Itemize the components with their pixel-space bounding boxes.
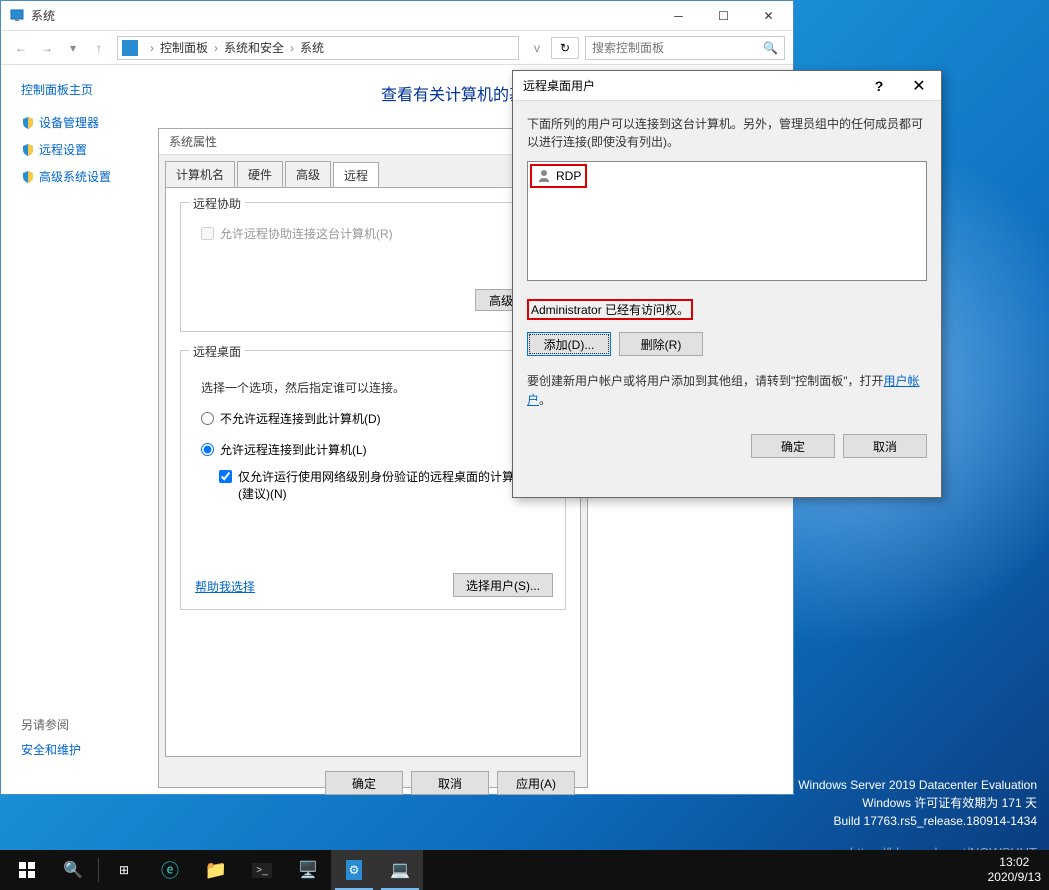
- back-button[interactable]: ←: [9, 36, 33, 60]
- shield-icon: [21, 143, 35, 157]
- tab-computer-name[interactable]: 计算机名: [165, 161, 235, 187]
- taskbar-server-manager[interactable]: 🖥️: [285, 850, 331, 890]
- apply-button[interactable]: 应用(A): [497, 771, 575, 795]
- nla-checkbox[interactable]: [219, 470, 232, 483]
- dialog-title: 远程桌面用户: [523, 77, 859, 94]
- close-button[interactable]: ✕: [746, 2, 791, 30]
- recent-button[interactable]: ▾: [61, 36, 85, 60]
- ok-button[interactable]: 确定: [325, 771, 403, 795]
- address-bar[interactable]: › 控制面板 › 系统和安全 › 系统: [117, 36, 519, 60]
- radio-disallow[interactable]: [201, 412, 214, 425]
- radio-label: 允许远程连接到此计算机(L): [220, 441, 367, 458]
- select-users-button[interactable]: 选择用户(S)...: [453, 573, 553, 597]
- help-link[interactable]: 帮助我选择: [195, 578, 255, 595]
- taskbar-cmd[interactable]: >_: [239, 850, 285, 890]
- group-title: 远程桌面: [189, 343, 245, 360]
- see-also-heading: 另请参阅: [21, 716, 81, 733]
- window-title: 系统: [31, 7, 656, 24]
- sidebar-item-security[interactable]: 安全和维护: [21, 741, 81, 758]
- taskbar-ie[interactable]: ⓔ: [147, 850, 193, 890]
- breadcrumb-item[interactable]: 系统: [300, 39, 324, 56]
- taskbar: 🔍 ⊞ ⓔ 📁 >_ 🖥️ ⚙ 💻 13:02 2020/9/13: [0, 850, 1049, 890]
- radio-disallow-row[interactable]: 不允许远程连接到此计算机(D): [201, 410, 553, 427]
- sidebar-link: 设备管理器: [39, 114, 99, 131]
- radio-allow[interactable]: [201, 443, 214, 456]
- maximize-button[interactable]: ☐: [701, 2, 746, 30]
- taskbar-explorer[interactable]: 📁: [193, 850, 239, 890]
- sidebar-link: 高级系统设置: [39, 168, 111, 185]
- admin-note: Administrator 已经有访问权。: [527, 299, 693, 320]
- radio-allow-row[interactable]: 允许远程连接到此计算机(L): [201, 441, 553, 458]
- checkbox-label: 仅允许运行使用网络级别身份验证的远程桌面的计算机连接(建议)(N): [238, 468, 553, 502]
- minimize-button[interactable]: ─: [656, 2, 701, 30]
- remote-assistance-group: 远程协助 允许远程协助连接这台计算机(R) 高级(V)...: [180, 202, 566, 332]
- toolbar: ← → ▾ ↑ › 控制面板 › 系统和安全 › 系统 v ↻ 🔍: [1, 31, 793, 65]
- search-button[interactable]: 🔍: [50, 850, 96, 890]
- allow-remote-assist-checkbox: [201, 227, 214, 240]
- sidebar-item-device-manager[interactable]: 设备管理器: [21, 114, 161, 131]
- search-icon[interactable]: 🔍: [763, 41, 778, 55]
- sidebar-title[interactable]: 控制面板主页: [21, 81, 161, 98]
- cancel-button[interactable]: 取消: [411, 771, 489, 795]
- nla-checkbox-row[interactable]: 仅允许运行使用网络级别身份验证的远程桌面的计算机连接(建议)(N): [219, 468, 553, 502]
- remove-button[interactable]: 删除(R): [619, 332, 703, 356]
- close-button[interactable]: ✕: [899, 76, 939, 96]
- user-name: RDP: [556, 169, 581, 183]
- user-list[interactable]: RDP: [527, 161, 927, 281]
- start-button[interactable]: [4, 850, 50, 890]
- tab-hardware[interactable]: 硬件: [237, 161, 283, 187]
- list-item[interactable]: RDP: [534, 166, 583, 186]
- up-button[interactable]: ↑: [87, 36, 111, 60]
- tab-remote[interactable]: 远程: [333, 162, 379, 188]
- create-user-text: 要创建新用户帐户或将用户添加到其他组，请转到"控制面板"，打开用户帐户。: [527, 372, 927, 410]
- checkbox-label: 允许远程协助连接这台计算机(R): [220, 225, 393, 242]
- breadcrumb-item[interactable]: 系统和安全: [224, 39, 284, 56]
- monitor-icon: [122, 40, 138, 56]
- clock[interactable]: 13:02 2020/9/13: [988, 855, 1041, 886]
- windows-watermark: Windows Server 2019 Datacenter Evaluatio…: [798, 776, 1037, 830]
- remote-desktop-users-dialog: 远程桌面用户 ? ✕ 下面所列的用户可以连接到这台计算机。另外，管理员组中的任何…: [512, 70, 942, 498]
- monitor-icon: [9, 8, 25, 24]
- remote-desktop-group: 远程桌面 选择一个选项，然后指定谁可以连接。 不允许远程连接到此计算机(D) 允…: [180, 350, 566, 610]
- taskbar-settings[interactable]: ⚙: [331, 850, 377, 890]
- dialog-titlebar: 远程桌面用户 ? ✕: [513, 71, 941, 101]
- sidebar-link: 远程设置: [39, 141, 87, 158]
- shield-icon: [21, 116, 35, 130]
- user-icon: [536, 168, 552, 184]
- sidebar-item-advanced-settings[interactable]: 高级系统设置: [21, 168, 161, 185]
- breadcrumb-item[interactable]: 控制面板: [160, 39, 208, 56]
- search-bar[interactable]: 🔍: [585, 36, 785, 60]
- radio-label: 不允许远程连接到此计算机(D): [220, 410, 381, 427]
- address-dropdown[interactable]: v: [525, 36, 549, 60]
- tab-advanced[interactable]: 高级: [285, 161, 331, 187]
- help-button[interactable]: ?: [859, 78, 899, 94]
- description: 下面所列的用户可以连接到这台计算机。另外，管理员组中的任何成员都可以进行连接(即…: [527, 115, 927, 151]
- sidebar-item-remote-settings[interactable]: 远程设置: [21, 141, 161, 158]
- cancel-button[interactable]: 取消: [843, 434, 927, 458]
- ok-button[interactable]: 确定: [751, 434, 835, 458]
- group-title: 远程协助: [189, 195, 245, 212]
- forward-button[interactable]: →: [35, 36, 59, 60]
- search-input[interactable]: [592, 41, 763, 55]
- description: 选择一个选项，然后指定谁可以连接。: [201, 379, 553, 396]
- sidebar: 控制面板主页 设备管理器 远程设置 高级系统设置 另请参阅 安全和维护: [1, 65, 161, 794]
- shield-icon: [21, 170, 35, 184]
- titlebar: 系统 ─ ☐ ✕: [1, 1, 793, 31]
- add-button[interactable]: 添加(D)...: [527, 332, 611, 356]
- taskbar-system[interactable]: 💻: [377, 850, 423, 890]
- task-view-button[interactable]: ⊞: [101, 850, 147, 890]
- refresh-button[interactable]: ↻: [551, 37, 579, 59]
